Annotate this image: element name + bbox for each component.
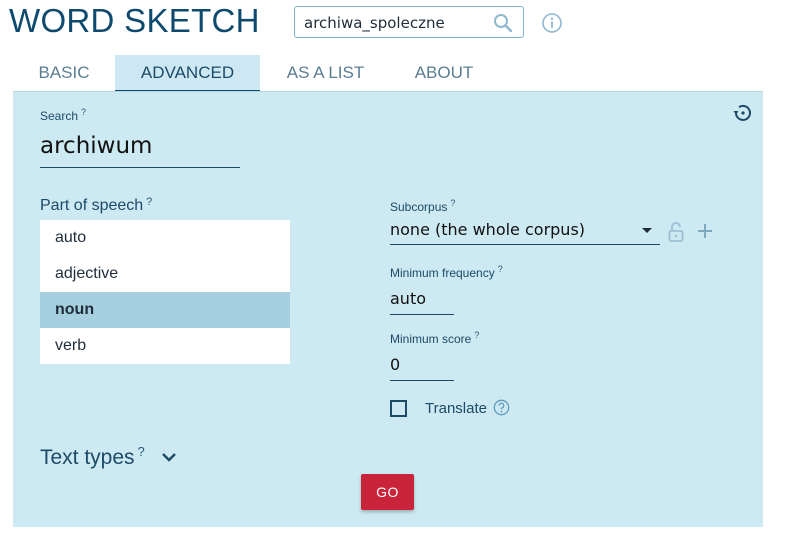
part-of-speech-label: Part of speech? <box>40 196 152 215</box>
lock-icon[interactable] <box>667 221 685 243</box>
app-title: WORD SKETCH <box>9 2 260 39</box>
text-types-label: Text types <box>40 446 135 469</box>
tab-about[interactable]: ABOUT <box>393 55 495 91</box>
minimum-frequency-help[interactable]: ? <box>498 264 503 274</box>
subcorpus-help[interactable]: ? <box>450 198 455 208</box>
subcorpus-label-text: Subcorpus <box>390 200 448 214</box>
plus-icon[interactable] <box>696 222 714 240</box>
search-label-text: Search <box>40 109 79 123</box>
minimum-score-input[interactable]: 0 <box>390 354 454 381</box>
pos-option-auto[interactable]: auto <box>40 220 290 256</box>
tab-advanced[interactable]: ADVANCED <box>115 55 260 91</box>
text-types-help[interactable]: ? <box>138 444 145 459</box>
help-icon[interactable] <box>493 399 510 416</box>
minimum-frequency-input[interactable]: auto <box>390 288 454 315</box>
search-input[interactable]: archiwum <box>40 132 240 168</box>
corpus-search-field[interactable]: archiwa_spoleczne <box>294 6 524 38</box>
subcorpus-value: none (the whole corpus) <box>390 220 586 239</box>
part-of-speech-label-text: Part of speech <box>40 197 144 214</box>
translate-checkbox[interactable] <box>390 400 407 417</box>
go-button[interactable]: GO <box>361 474 414 510</box>
minimum-frequency-label: Minimum frequency? <box>390 264 503 280</box>
history-icon[interactable] <box>731 102 753 124</box>
translate-label: Translate <box>425 400 487 417</box>
minimum-frequency-label-text: Minimum frequency <box>390 266 495 280</box>
chevron-down-icon <box>642 228 652 233</box>
pos-option-adjective[interactable]: adjective <box>40 256 290 292</box>
minimum-score-label: Minimum score? <box>390 330 479 346</box>
tab-as-a-list[interactable]: AS A LIST <box>268 55 383 91</box>
text-types-toggle[interactable]: Text types? <box>40 444 145 470</box>
tab-basic[interactable]: BASIC <box>13 55 115 91</box>
chevron-down-icon[interactable] <box>161 451 177 463</box>
pos-option-verb[interactable]: verb <box>40 328 290 364</box>
search-label: Search? <box>40 107 86 123</box>
advanced-form-panel: Search? archiwum Part of speech? auto ad… <box>13 91 763 527</box>
info-icon[interactable] <box>541 12 563 34</box>
part-of-speech-help[interactable]: ? <box>146 196 152 208</box>
corpus-value[interactable]: archiwa_spoleczne <box>304 14 445 32</box>
minimum-score-help[interactable]: ? <box>474 330 479 340</box>
subcorpus-label: Subcorpus? <box>390 198 455 214</box>
search-help[interactable]: ? <box>81 107 86 117</box>
part-of-speech-list: auto adjective noun verb <box>40 220 290 364</box>
minimum-score-label-text: Minimum score <box>390 332 472 346</box>
pos-option-noun[interactable]: noun <box>40 292 290 328</box>
subcorpus-select[interactable]: none (the whole corpus) <box>390 219 660 245</box>
search-icon[interactable] <box>493 13 513 33</box>
